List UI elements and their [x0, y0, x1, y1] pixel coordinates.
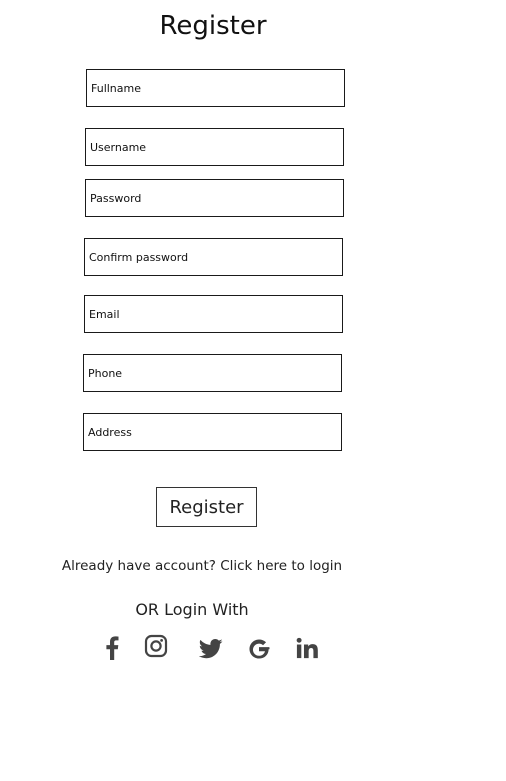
linkedin-icon[interactable]: [292, 633, 322, 663]
register-button[interactable]: Register: [156, 487, 257, 527]
page-title: Register: [159, 11, 267, 41]
login-prompt-text: Already have account?: [61, 558, 221, 574]
instagram-icon[interactable]: [141, 631, 171, 661]
facebook-icon[interactable]: [97, 633, 127, 663]
address-input[interactable]: [83, 413, 342, 451]
google-icon[interactable]: [244, 634, 274, 664]
fullname-input[interactable]: [86, 69, 345, 107]
login-prompt: Already have account? Click here to logi…: [0, 558, 404, 574]
login-link[interactable]: Click here to login: [220, 558, 342, 574]
email-input[interactable]: [84, 295, 343, 333]
phone-input[interactable]: [83, 354, 342, 392]
username-input[interactable]: [85, 128, 344, 166]
password-input[interactable]: [85, 179, 344, 217]
twitter-icon[interactable]: [196, 634, 226, 664]
confirm-password-input[interactable]: [84, 238, 343, 276]
social-login-heading: OR Login With: [135, 600, 249, 619]
